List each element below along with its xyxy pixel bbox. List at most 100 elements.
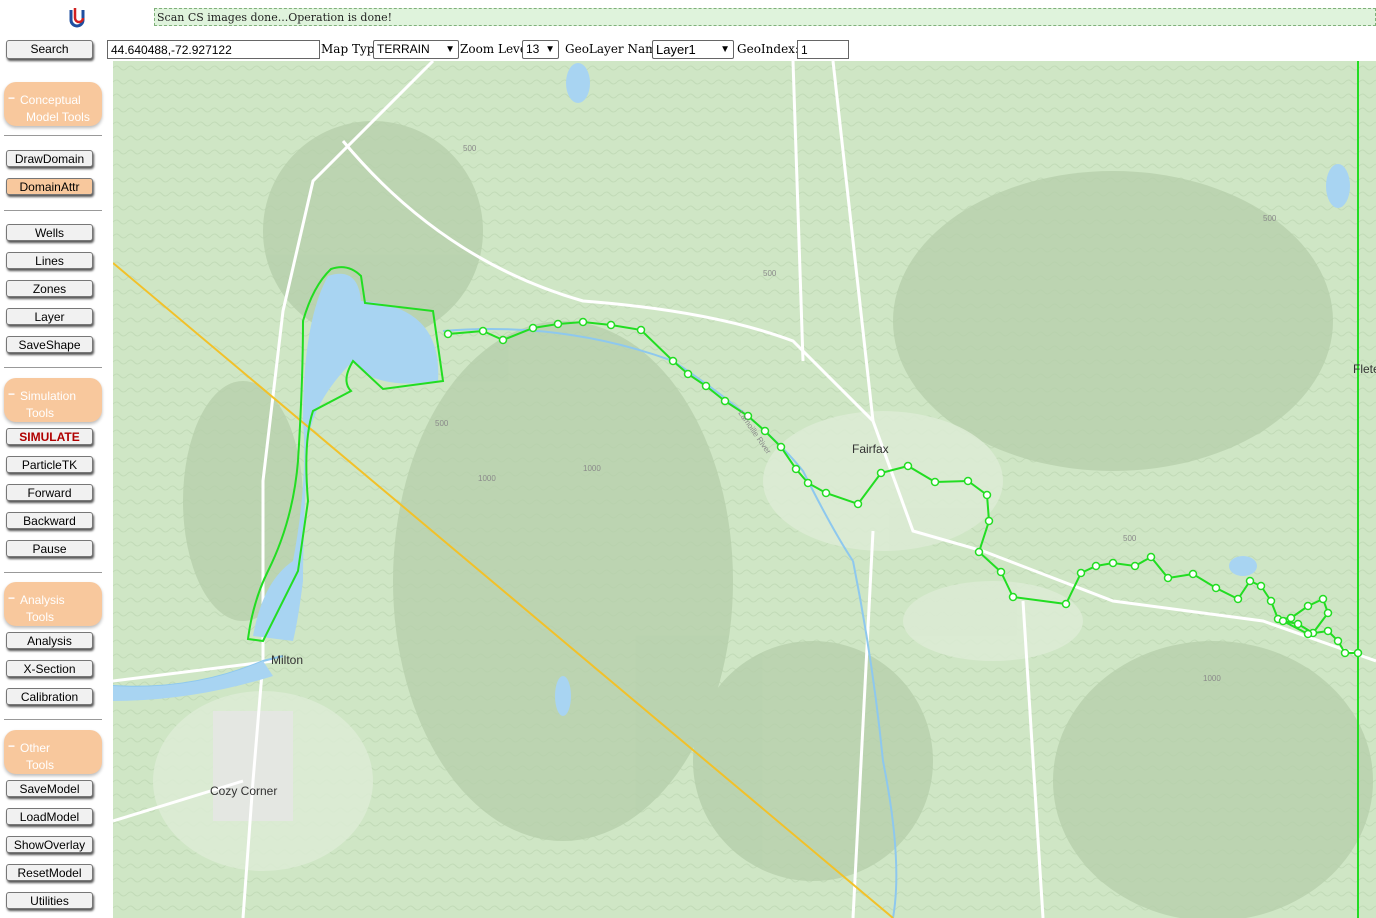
map-type-select[interactable]: TERRAIN ▼ xyxy=(373,40,459,59)
zones-button[interactable]: Zones xyxy=(6,280,93,297)
lines-button[interactable]: Lines xyxy=(6,252,93,269)
stream-vertex[interactable] xyxy=(528,323,538,333)
analysis-button[interactable]: Analysis xyxy=(6,632,93,649)
geoindex-input[interactable] xyxy=(797,40,849,59)
contour-label: 500 xyxy=(1123,534,1137,543)
layer-button[interactable]: Layer xyxy=(6,308,93,325)
collapse-icon: − xyxy=(8,591,16,605)
reset-model-button[interactable]: ResetModel xyxy=(6,864,93,881)
stream-vertex[interactable] xyxy=(668,356,678,366)
stream-vertex[interactable] xyxy=(606,320,616,330)
stream-vertex[interactable] xyxy=(1061,599,1071,609)
stream-vertex[interactable] xyxy=(1245,576,1255,586)
stream-vertex[interactable] xyxy=(776,442,786,452)
divider xyxy=(4,367,102,368)
utilities-button[interactable]: Utilities xyxy=(6,892,93,909)
load-model-button[interactable]: LoadModel xyxy=(6,808,93,825)
show-overlay-button[interactable]: ShowOverlay xyxy=(6,836,93,853)
app-logo-icon xyxy=(62,4,92,30)
stream-vertex[interactable] xyxy=(1266,596,1276,606)
stream-vertex[interactable] xyxy=(1211,583,1221,593)
save-shape-button[interactable]: SaveShape xyxy=(6,336,93,353)
section-title: Analysis xyxy=(20,593,65,607)
stream-vertex[interactable] xyxy=(1146,552,1156,562)
other-tools-header[interactable]: − Other Tools xyxy=(4,730,102,774)
domain-attr-button[interactable]: DomainAttr xyxy=(6,178,93,195)
stream-vertex[interactable] xyxy=(1303,601,1313,611)
save-model-button[interactable]: SaveModel xyxy=(6,780,93,797)
contour-label: 1000 xyxy=(478,474,496,483)
divider xyxy=(4,719,102,720)
wells-button[interactable]: Wells xyxy=(6,224,93,241)
stream-vertex[interactable] xyxy=(930,477,940,487)
stream-vertex[interactable] xyxy=(791,464,801,474)
stream-vertex[interactable] xyxy=(1278,616,1288,626)
search-button[interactable]: Search xyxy=(6,40,93,59)
coordinates-input[interactable] xyxy=(107,40,320,59)
geolayer-select[interactable]: Layer1 ▼ xyxy=(652,40,734,59)
stream-vertex[interactable] xyxy=(760,426,770,436)
stream-vertex[interactable] xyxy=(1353,648,1363,658)
stream-vertex[interactable] xyxy=(720,396,730,406)
stream-vertex[interactable] xyxy=(1318,594,1328,604)
contour-label: 1000 xyxy=(583,464,601,473)
stream-vertex[interactable] xyxy=(1188,569,1198,579)
stream-vertex[interactable] xyxy=(1108,558,1118,568)
terrain-map[interactable]: Fairfax Milton Cozy Corner Flete Lamoill… xyxy=(113,61,1376,918)
label-fairfax: Fairfax xyxy=(852,442,889,456)
particle-tk-button[interactable]: ParticleTK xyxy=(6,456,93,473)
stream-vertex[interactable] xyxy=(803,478,813,488)
divider xyxy=(4,572,102,573)
stream-vertex[interactable] xyxy=(1293,619,1303,629)
stream-vertex[interactable] xyxy=(1076,568,1086,578)
stream-vertex[interactable] xyxy=(683,369,693,379)
stream-vertex[interactable] xyxy=(1303,629,1313,639)
zoom-level-select[interactable]: 13 ▼ xyxy=(522,40,559,59)
stream-vertex[interactable] xyxy=(996,567,1006,577)
stream-vertex[interactable] xyxy=(443,329,453,339)
stream-vertex[interactable] xyxy=(1091,561,1101,571)
stream-vertex[interactable] xyxy=(982,490,992,500)
stream-vertex[interactable] xyxy=(903,461,913,471)
pause-button[interactable]: Pause xyxy=(6,540,93,557)
conceptual-model-tools-header[interactable]: − Conceptual Model Tools xyxy=(4,82,102,126)
stream-vertex[interactable] xyxy=(974,547,984,557)
contour-label: 500 xyxy=(435,419,449,428)
stream-vertex[interactable] xyxy=(553,319,563,329)
section-subtitle: Model Tools xyxy=(26,110,90,124)
calibration-button[interactable]: Calibration xyxy=(6,688,93,705)
stream-vertex[interactable] xyxy=(636,325,646,335)
x-section-button[interactable]: X-Section xyxy=(6,660,93,677)
stream-vertex[interactable] xyxy=(1008,592,1018,602)
stream-vertex[interactable] xyxy=(1286,613,1296,623)
stream-vertex[interactable] xyxy=(853,499,863,509)
simulation-tools-header[interactable]: − Simulation Tools xyxy=(4,378,102,422)
stream-vertex[interactable] xyxy=(876,468,886,478)
stream-vertex[interactable] xyxy=(821,488,831,498)
stream-vertex[interactable] xyxy=(1163,573,1173,583)
stream-vertex[interactable] xyxy=(1323,626,1333,636)
stream-vertex[interactable] xyxy=(1340,648,1350,658)
backward-button[interactable]: Backward xyxy=(6,512,93,529)
map-canvas[interactable]: Fairfax Milton Cozy Corner Flete Lamoill… xyxy=(113,61,1376,918)
stream-vertex[interactable] xyxy=(498,335,508,345)
stream-vertex[interactable] xyxy=(578,317,588,327)
chevron-down-icon: ▼ xyxy=(445,44,455,55)
stream-vertex[interactable] xyxy=(701,381,711,391)
stream-vertex[interactable] xyxy=(1256,581,1266,591)
simulate-button[interactable]: SIMULATE xyxy=(6,428,93,445)
map-type-value: TERRAIN xyxy=(377,42,430,56)
draw-domain-button[interactable]: DrawDomain xyxy=(6,150,93,167)
stream-vertex[interactable] xyxy=(984,516,994,526)
stream-vertex[interactable] xyxy=(1233,594,1243,604)
zoom-level-label: Zoom Level xyxy=(460,42,531,56)
geolayer-value: Layer1 xyxy=(656,42,696,57)
stream-vertex[interactable] xyxy=(1130,561,1140,571)
analysis-tools-header[interactable]: − Analysis Tools xyxy=(4,582,102,626)
stream-vertex[interactable] xyxy=(1323,608,1333,618)
stream-vertex[interactable] xyxy=(963,476,973,486)
stream-vertex[interactable] xyxy=(1333,636,1343,646)
stream-vertex[interactable] xyxy=(478,326,488,336)
section-title: Other xyxy=(20,741,51,755)
forward-button[interactable]: Forward xyxy=(6,484,93,501)
